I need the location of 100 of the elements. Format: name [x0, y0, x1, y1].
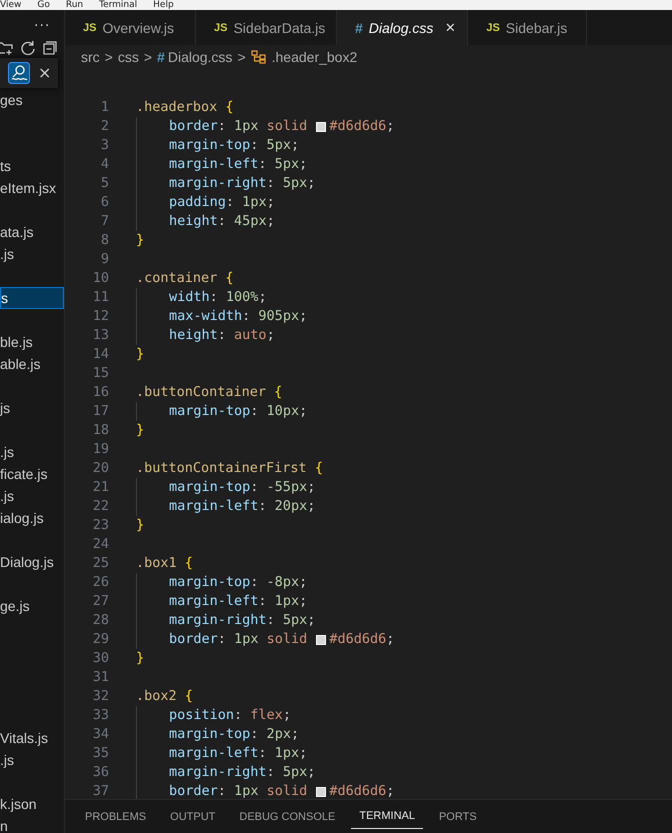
line-number: 6	[100, 193, 109, 212]
css-value: solid	[266, 782, 308, 799]
number-value: %	[250, 288, 258, 307]
punctuation: :	[250, 725, 260, 744]
number-value: px	[242, 117, 258, 136]
menu-item[interactable]: Run	[66, 0, 84, 10]
css-property: margin-top	[169, 573, 250, 592]
number-value: 1	[242, 193, 250, 212]
panel-tab[interactable]: PROBLEMS	[77, 804, 154, 828]
color-swatch[interactable]	[316, 786, 326, 796]
editor-tab[interactable]: # Dialog.css ×	[337, 10, 468, 45]
more-actions-button[interactable]: ···	[34, 18, 50, 34]
file-item[interactable]: ialog.js	[0, 507, 64, 529]
punctuation: :	[218, 117, 227, 136]
number-value: 5	[274, 155, 283, 174]
punctuation: :	[258, 155, 268, 174]
punctuation: ;	[299, 592, 308, 611]
brace: {	[274, 383, 282, 402]
number-value: px	[282, 155, 300, 174]
number-value: 1	[274, 592, 283, 611]
number-value: px	[290, 497, 308, 516]
brace: }	[136, 516, 144, 535]
file-item[interactable]: ges	[0, 89, 64, 111]
new-folder-icon[interactable]	[0, 40, 14, 56]
punctuation: ;	[299, 744, 308, 763]
punctuation: :	[250, 136, 260, 155]
file-item[interactable]: ata.js	[0, 221, 64, 243]
menu-item[interactable]: Terminal	[99, 0, 138, 10]
brace: }	[136, 649, 144, 668]
number-value: -8	[266, 573, 283, 592]
line-number: 15	[92, 364, 109, 383]
panel-tab[interactable]: DEBUG CONSOLE	[231, 804, 344, 828]
css-property: margin-right	[169, 763, 267, 782]
file-item[interactable]: js	[0, 397, 64, 419]
panel-tab[interactable]: OUTPUT	[162, 804, 224, 828]
file-item[interactable]: .js	[0, 441, 64, 463]
brace: {	[184, 687, 193, 706]
menu-item[interactable]: View	[0, 0, 22, 10]
number-value: px	[282, 402, 300, 421]
punctuation: :	[218, 326, 227, 345]
color-swatch[interactable]	[316, 122, 326, 132]
close-button[interactable]: ×	[38, 65, 52, 81]
panel-tab[interactable]: PORTS	[430, 804, 485, 828]
punctuation: :	[266, 174, 276, 193]
breadcrumb-item[interactable]: # Dialog.css	[157, 48, 232, 64]
line-number: 9	[100, 250, 109, 269]
file-item[interactable]: .js	[0, 749, 64, 771]
file-item[interactable]: Dialog.js	[0, 551, 64, 573]
punctuation: ;	[386, 630, 394, 649]
css-property: width	[169, 288, 210, 307]
breadcrumb-item[interactable]: .header_box2	[250, 48, 358, 64]
number-value: px	[250, 212, 267, 231]
number-value: 45	[234, 212, 250, 231]
css-selector: .buttonContainer	[136, 383, 268, 402]
punctuation: :	[218, 782, 227, 799]
css-property: border	[169, 630, 218, 649]
css-property: margin-top	[169, 725, 250, 744]
file-item[interactable]: ts	[0, 155, 64, 177]
css-value: auto	[234, 326, 267, 345]
punctuation: :	[258, 744, 268, 763]
file-item[interactable]: ficate.js	[0, 463, 64, 485]
punctuation: ;	[386, 117, 394, 136]
line-number: 33	[92, 706, 109, 725]
file-item[interactable]: .js	[0, 243, 64, 265]
punctuation: :	[226, 193, 236, 212]
number-value: px	[290, 763, 308, 782]
line-number: 28	[92, 611, 109, 630]
number-value: -55	[266, 478, 291, 497]
number-value: 20	[274, 497, 291, 516]
menu-item[interactable]: Help	[153, 0, 174, 10]
punctuation: :	[266, 611, 276, 630]
file-item[interactable]: ble.js	[0, 331, 64, 353]
brace: }	[136, 345, 144, 364]
css-property: height	[169, 326, 218, 345]
color-swatch[interactable]	[316, 634, 326, 644]
line-number: 1	[100, 98, 109, 117]
file-item[interactable]: eItem.jsx	[0, 177, 64, 199]
file-item[interactable]: s	[0, 287, 64, 309]
file-item[interactable]: n	[0, 815, 64, 833]
file-item[interactable]: Vitals.js	[0, 727, 64, 749]
breadcrumb-item[interactable]: css	[118, 48, 139, 64]
punctuation: ;	[307, 611, 316, 630]
refresh-icon[interactable]	[20, 40, 36, 56]
line-number: 2	[100, 117, 109, 136]
line-number: 8	[100, 231, 109, 250]
file-item[interactable]: able.js	[0, 353, 64, 375]
menu-item[interactable]: Go	[37, 0, 50, 10]
panel-tab[interactable]: TERMINAL	[351, 804, 423, 829]
punctuation: ;	[307, 174, 316, 193]
collapse-all-icon[interactable]	[42, 40, 58, 56]
line-number: 16	[92, 383, 109, 402]
file-item[interactable]: .js	[0, 485, 64, 507]
number-value: px	[242, 630, 258, 649]
breadcrumb-item[interactable]: src	[81, 48, 100, 64]
css-value: solid	[266, 630, 308, 649]
fuzzy-match-toggle-icon[interactable]	[8, 62, 30, 84]
file-item[interactable]: k.json	[0, 793, 64, 815]
line-number: 18	[92, 421, 109, 440]
file-item[interactable]: ge.js	[0, 595, 64, 617]
line-number: 27	[92, 592, 109, 611]
